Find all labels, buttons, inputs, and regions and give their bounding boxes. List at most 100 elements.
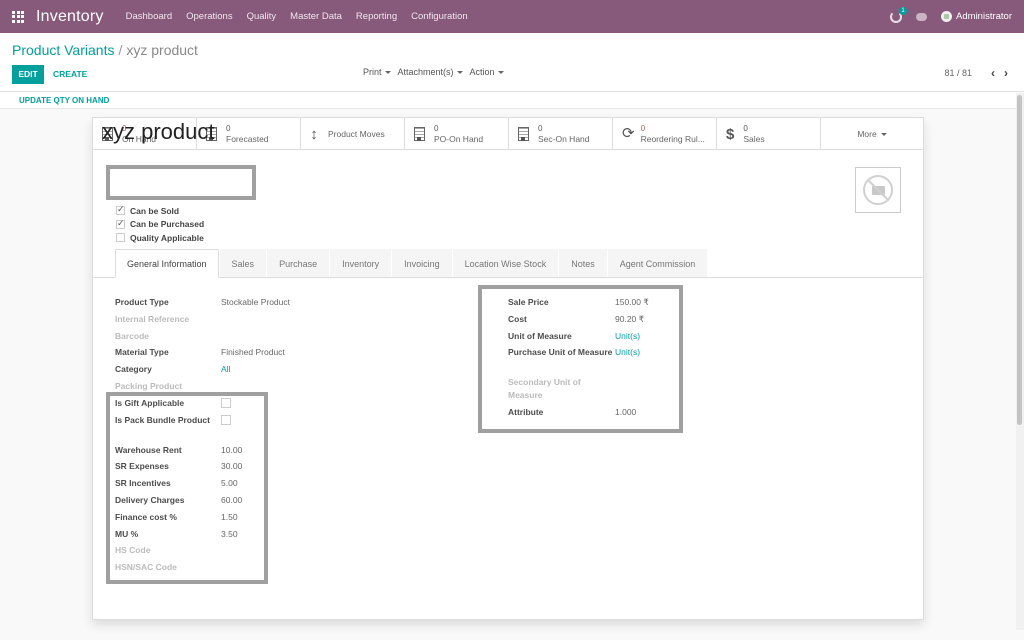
field-value[interactable]: 3.50 <box>221 528 238 545</box>
pager-value[interactable]: 81 / 81 <box>944 68 972 78</box>
stat-value: 0 <box>640 124 646 133</box>
stat-button-sec-on-hand[interactable]: 0 Sec-On Hand <box>509 118 613 150</box>
field-value[interactable]: 1.000 <box>615 406 636 423</box>
stat-label: Sec-On Hand <box>538 134 590 144</box>
option-quality-applicable[interactable]: Quality Applicable <box>116 231 204 245</box>
breadcrumb-current: xyz product <box>126 42 198 58</box>
pager-previous-icon[interactable]: ‹ <box>991 67 995 79</box>
field-purchase-uom: Purchase Unit of Measure Unit(s) <box>508 346 649 376</box>
attachments-dropdown[interactable]: Attachment(s) <box>398 67 463 77</box>
pack-bundle-checkbox[interactable] <box>221 414 231 425</box>
field-secondary-uom: Secondary Unit of Measure <box>508 376 649 406</box>
activity-badge: 1 <box>899 6 908 15</box>
general-fields-group: Product Type Stockable Product Internal R… <box>115 296 290 578</box>
field-label: Product Type <box>115 297 169 307</box>
print-dropdown[interactable]: Print <box>363 67 391 77</box>
tab-sales[interactable]: Sales <box>219 249 267 277</box>
tab-general-information[interactable]: General Information <box>115 249 219 278</box>
field-value[interactable]: 90.20 ₹ <box>615 313 644 330</box>
stat-value: 0 <box>226 124 231 133</box>
menu-reporting[interactable]: Reporting <box>356 11 397 22</box>
stat-label: Sales <box>743 134 765 144</box>
product-image[interactable] <box>855 167 901 213</box>
field-hs-code: HS Code <box>115 544 290 561</box>
field-value[interactable]: 1.50 <box>221 511 238 528</box>
field-material-type: Material Type Finished Product <box>115 346 290 363</box>
apps-menu-icon[interactable] <box>12 10 24 23</box>
option-can-be-sold[interactable]: Can be Sold <box>116 204 204 218</box>
stat-button-product-moves[interactable]: ↕ Product Moves <box>301 118 405 150</box>
stat-button-reordering-rules[interactable]: ⟳ 0 Reordering Rul... <box>613 118 717 150</box>
field-value[interactable]: 5.00 <box>221 477 238 494</box>
field-value[interactable]: Finished Product <box>221 346 285 363</box>
building-icon <box>518 127 529 141</box>
field-sr-incentives: SR Incentives 5.00 <box>115 477 290 494</box>
field-label: SR Incentives <box>115 478 171 489</box>
field-sr-expenses: SR Expenses 30.00 <box>115 460 290 477</box>
tab-purchase[interactable]: Purchase <box>267 249 330 277</box>
create-button[interactable]: CREATE <box>53 65 87 84</box>
option-can-be-purchased[interactable]: Can be Purchased <box>116 218 204 232</box>
menu-master-data[interactable]: Master Data <box>290 11 342 22</box>
tab-notes[interactable]: Notes <box>559 249 607 277</box>
stat-label: Reordering Rul... <box>640 134 705 144</box>
breadcrumb-product-variants[interactable]: Product Variants <box>12 42 114 58</box>
stat-label: Forecasted <box>226 134 269 144</box>
stat-button-sales[interactable]: $ 0 Sales <box>717 118 821 150</box>
purchase-uom-link[interactable]: Unit(s) <box>615 346 640 376</box>
menu-configuration[interactable]: Configuration <box>411 11 468 22</box>
refresh-icon: ⟳ <box>622 125 635 142</box>
field-label: Is Pack Bundle Product <box>115 414 210 425</box>
checkbox-checked[interactable] <box>116 218 125 229</box>
tab-location-wise-stock[interactable]: Location Wise Stock <box>452 249 559 277</box>
checkbox-unchecked[interactable] <box>116 233 125 243</box>
action-dropdown[interactable]: Action <box>470 67 504 77</box>
field-mu-percent: MU % 3.50 <box>115 528 290 545</box>
control-panel: Product Variants / xyz product EDIT CREATE… <box>0 33 1024 92</box>
field-cost: Cost 90.20 ₹ <box>508 313 649 330</box>
uom-link[interactable]: Unit(s) <box>615 330 640 347</box>
field-value[interactable]: 30.00 <box>221 460 242 477</box>
update-qty-on-hand-button[interactable]: UPDATE QTY ON HAND <box>19 96 109 105</box>
field-label: Purchase Unit of Measure <box>508 347 613 358</box>
category-link[interactable]: All <box>221 363 230 380</box>
field-product-type: Product Type Stockable Product <box>115 296 290 313</box>
stat-value: 0 <box>434 124 439 133</box>
field-is-pack-bundle-product: Is Pack Bundle Product <box>115 414 290 444</box>
scrollbar-thumb[interactable] <box>1017 95 1022 425</box>
menu-operations[interactable]: Operations <box>186 11 232 22</box>
field-unit-of-measure: Unit of Measure Unit(s) <box>508 330 649 347</box>
user-menu[interactable]: Administrator <box>956 11 1012 22</box>
field-value[interactable]: Stockable Product <box>221 296 290 313</box>
field-label: HS Code <box>115 545 151 556</box>
app-title[interactable]: Inventory <box>36 8 104 26</box>
form-statusbar: UPDATE QTY ON HAND <box>0 92 1016 109</box>
activity-clock-icon[interactable]: 1 <box>890 6 908 23</box>
more-button[interactable]: More <box>821 118 923 150</box>
field-label: Cost <box>508 313 527 324</box>
field-label: SR Expenses <box>115 461 169 472</box>
messaging-icon[interactable] <box>916 12 928 21</box>
notebook-tabs: General Information Sales Purchase Inven… <box>115 249 708 278</box>
field-internal-reference: Internal Reference <box>115 313 290 330</box>
user-avatar[interactable] <box>941 11 953 22</box>
field-attribute: Attribute 1.000 <box>508 406 649 423</box>
field-barcode: Barcode <box>115 330 290 347</box>
no-image-camera-icon <box>863 175 893 205</box>
checkbox-checked[interactable] <box>116 204 125 216</box>
field-label: Category <box>115 364 152 375</box>
tab-invoicing[interactable]: Invoicing <box>392 249 452 277</box>
edit-button[interactable]: EDIT <box>12 65 44 84</box>
stat-button-po-on-hand[interactable]: 0 PO-On Hand <box>405 118 509 150</box>
tab-agent-commission[interactable]: Agent Commission <box>607 249 708 277</box>
more-label: More <box>857 129 886 139</box>
tab-inventory[interactable]: Inventory <box>330 249 392 277</box>
field-value[interactable]: 60.00 <box>221 494 242 511</box>
field-value[interactable]: 10.00 <box>221 444 242 461</box>
pager-next-icon[interactable]: › <box>1004 67 1008 79</box>
menu-quality[interactable]: Quality <box>247 11 277 22</box>
field-value[interactable]: 150.00 ₹ <box>615 296 649 313</box>
gift-applicable-checkbox[interactable] <box>221 397 231 408</box>
menu-dashboard[interactable]: Dashboard <box>126 11 172 22</box>
main-menu: Dashboard Operations Quality Master Data… <box>126 11 482 22</box>
